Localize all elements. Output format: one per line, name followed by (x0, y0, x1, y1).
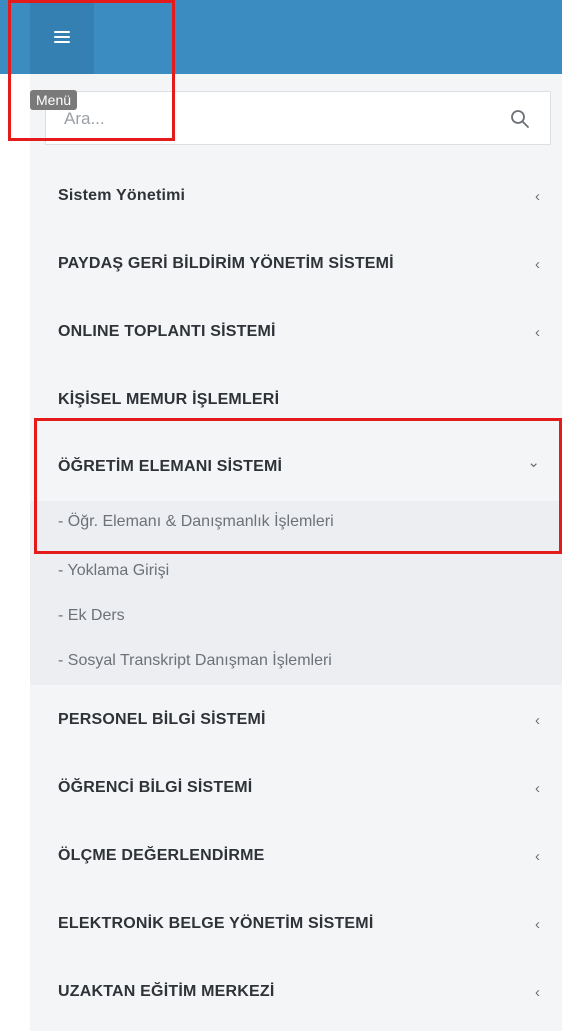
submenu-item-yoklama[interactable]: - Yoklama Girişi (58, 562, 169, 580)
menu-item-label: ÖLÇME DEĞERLENDİRME (58, 847, 265, 864)
menu-item-online-toplanti[interactable]: ONLINE TOPLANTI SİSTEMİ ‹ (30, 298, 562, 366)
menu-item-label: Sistem Yönetimi (58, 187, 186, 204)
menu-item-label: ELEKTRONİK BELGE YÖNETİM SİSTEMİ (58, 915, 374, 932)
menu-item-uzaktan-egitim[interactable]: UZAKTAN EĞİTİM MERKEZİ ‹ (30, 958, 562, 1026)
chevron-left-icon: ‹ (535, 187, 540, 205)
menu-item-elektronik-belge[interactable]: ELEKTRONİK BELGE YÖNETİM SİSTEMİ ‹ (30, 890, 562, 958)
menu-item-sistem-yonetimi[interactable]: Sistem Yönetimi ‹ (30, 162, 562, 230)
chevron-left-icon: ‹ (535, 915, 540, 933)
menu-item-paydas-geri-bildirim[interactable]: PAYDAŞ GERİ BİLDİRİM YÖNETİM SİSTEMİ ‹ (30, 230, 562, 298)
menu-item-label: KİŞİSEL MEMUR İŞLEMLERİ (58, 391, 280, 408)
menu-item-label: PERSONEL BİLGİ SİSTEMİ (58, 711, 266, 728)
chevron-left-icon: ‹ (535, 779, 540, 797)
submenu-item-sosyal-transkript[interactable]: - Sosyal Transkript Danışman İşlemleri (58, 652, 332, 670)
chevron-left-icon: ‹ (535, 847, 540, 865)
menu-item-personel-bilgi[interactable]: PERSONEL BİLGİ SİSTEMİ ‹ (30, 686, 562, 754)
menu-item-label: UZAKTAN EĞİTİM MERKEZİ (58, 983, 275, 1000)
highlight-box-menu (8, 0, 175, 141)
menu-item-label: PAYDAŞ GERİ BİLDİRİM YÖNETİM SİSTEMİ (58, 255, 394, 272)
submenu-item-ek-ders[interactable]: - Ek Ders (58, 607, 125, 625)
chevron-left-icon: ‹ (535, 323, 540, 341)
search-icon[interactable] (510, 109, 530, 129)
chevron-left-icon: ‹ (535, 255, 540, 273)
menu-item-ogrenci-bilgi[interactable]: ÖĞRENCİ BİLGİ SİSTEMİ ‹ (30, 754, 562, 822)
chevron-left-icon: ‹ (535, 711, 540, 729)
menu-item-label: ÖĞRENCİ BİLGİ SİSTEMİ (58, 779, 253, 796)
chevron-left-icon: ‹ (535, 983, 540, 1001)
menu-item-label: ONLINE TOPLANTI SİSTEMİ (58, 323, 276, 340)
menu-item-olcme-degerlendirme[interactable]: ÖLÇME DEĞERLENDİRME ‹ (30, 822, 562, 890)
highlight-box-ogretim (34, 418, 562, 554)
